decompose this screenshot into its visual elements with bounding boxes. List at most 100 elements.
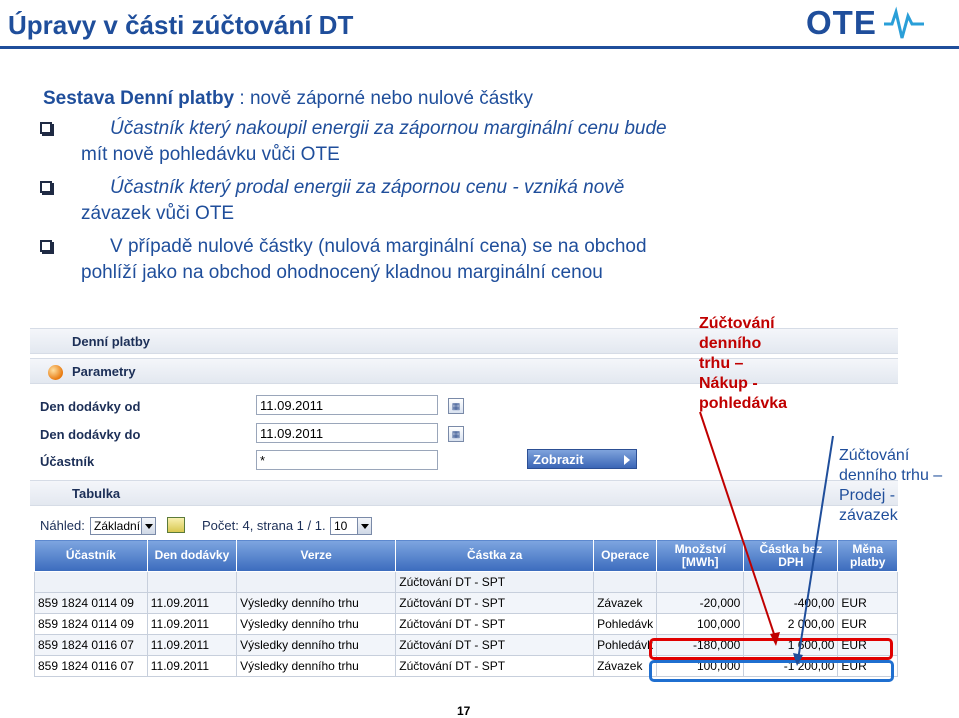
filter-cell[interactable]	[743, 571, 839, 593]
column-header[interactable]: Částka za	[395, 539, 595, 572]
cell-version: Výsledky denního trhu	[236, 613, 397, 635]
cell-participant: 859 1824 0116 07	[34, 655, 148, 677]
cell-delivery-day: 11.09.2011	[146, 613, 238, 635]
report-subtitle: Sestava Denní platby : nově záporné nebo…	[43, 88, 533, 110]
checkbox-bullet-icon	[40, 181, 52, 193]
bullet-item: Účastník který nakoupil energii za zápor…	[40, 116, 800, 168]
column-header[interactable]: Částka bez DPH	[743, 539, 839, 572]
record-count: Počet: 4, strana 1 / 1.	[202, 518, 326, 533]
logo-wave-icon	[884, 6, 924, 39]
report-note: : nově záporné nebo nulové částky	[234, 88, 534, 109]
cell-version: Výsledky denního trhu	[236, 634, 397, 656]
annotation-line: denního	[699, 335, 762, 352]
annotation-line: Nákup -	[699, 375, 758, 392]
participant-input[interactable]: *	[256, 450, 438, 470]
play-arrow-icon	[624, 455, 630, 465]
cell-operation: Pohledávk	[593, 634, 658, 656]
column-header[interactable]: Operace	[593, 539, 658, 572]
slide-title: Úpravy v části zúčtování DT	[8, 10, 354, 40]
checkbox-bullet-icon	[40, 240, 52, 252]
cell-amount-for: Zúčtování DT - SPT	[395, 592, 595, 614]
cell-amount: -400,00	[743, 592, 839, 614]
annotation-line: Zúčtování	[839, 447, 910, 464]
table-section-title: Tabulka	[30, 480, 898, 506]
date-to-input[interactable]: 11.09.2011	[256, 423, 438, 443]
show-button[interactable]: Zobrazit	[527, 449, 637, 469]
date-to-label: Den dodávky do	[40, 427, 141, 442]
cell-version: Výsledky denního trhu	[236, 655, 397, 677]
bullet-line: Účastník který prodal energii za záporno…	[110, 177, 625, 198]
bullet-line: V případě nulové částky (nulová marginál…	[110, 236, 647, 257]
pager-bar: Náhled:	[40, 518, 85, 533]
view-select[interactable]: Základní	[90, 517, 156, 535]
cell-operation: Závazek	[593, 655, 658, 677]
filter-cell[interactable]	[34, 571, 148, 593]
calendar-icon[interactable]: ▦	[448, 398, 464, 414]
cell-delivery-day: 11.09.2011	[146, 634, 238, 656]
filter-cell[interactable]	[837, 571, 898, 593]
filter-cell[interactable]	[593, 571, 658, 593]
ote-logo: OTE	[806, 4, 926, 44]
annotation-line: trhu –	[699, 355, 744, 372]
column-header[interactable]: Den dodávky	[146, 539, 238, 572]
purchase-annotation: Zúčtování denního trhu – Nákup - pohledá…	[699, 314, 787, 414]
participant-label: Účastník	[40, 454, 95, 469]
page-size-select[interactable]: 10	[330, 517, 372, 535]
cell-participant: 859 1824 0114 09	[34, 613, 148, 635]
cell-amount: 2 000,00	[743, 613, 839, 635]
date-from-label: Den dodávky od	[40, 399, 141, 414]
cell-amount-for: Zúčtování DT - SPT	[395, 655, 595, 677]
bullet-line: Účastník který nakoupil energii za zápor…	[110, 118, 667, 139]
cell-amount-for: Zúčtování DT - SPT	[395, 634, 595, 656]
cell-participant: 859 1824 0116 07	[34, 634, 148, 656]
column-header[interactable]: Účastník	[34, 539, 148, 572]
sale-highlight-box	[649, 660, 894, 682]
bullet-item: Účastník který prodal energii za záporno…	[40, 175, 800, 227]
date-from-input[interactable]: 11.09.2011	[256, 395, 438, 415]
show-button-label: Zobrazit	[533, 452, 584, 467]
view-select-value: Základní	[94, 519, 141, 533]
cell-amount-for: Zúčtování DT - SPT	[395, 613, 595, 635]
annotation-line: pohledávka	[699, 395, 788, 412]
filter-row: Zúčtování DT - SPT	[34, 571, 898, 593]
table-row[interactable]: 859 1824 0114 09 11.09.2011 Výsledky den…	[34, 592, 898, 614]
cell-operation: Závazek	[593, 592, 658, 614]
cell-delivery-day: 11.09.2011	[146, 592, 238, 614]
filter-cell[interactable]: Zúčtování DT - SPT	[395, 571, 595, 593]
purchase-highlight-box	[649, 638, 893, 660]
filter-cell[interactable]	[146, 571, 238, 593]
page-number: 17	[457, 704, 471, 718]
calendar-icon[interactable]: ▦	[448, 426, 464, 442]
cell-delivery-day: 11.09.2011	[146, 655, 238, 677]
report-name: Sestava Denní platby	[43, 88, 235, 109]
checkbox-bullet-icon	[40, 122, 52, 134]
bullet-line: mít nově pohledávku vůči OTE	[81, 144, 340, 165]
logo-text: OTE	[806, 4, 877, 41]
filter-cell[interactable]	[236, 571, 397, 593]
edit-view-icon[interactable]	[167, 517, 185, 533]
cell-participant: 859 1824 0114 09	[34, 592, 148, 614]
annotation-line: Zúčtování	[699, 315, 775, 332]
annotation-line: Prodej -	[839, 487, 896, 504]
cell-currency: EUR	[837, 592, 898, 614]
annotation-line: závazek	[839, 507, 898, 524]
table-header-row: Účastník Den dodávky Verze Částka za Ope…	[34, 539, 898, 572]
view-label: Náhled:	[40, 518, 85, 533]
filter-cell[interactable]	[656, 571, 745, 593]
column-header[interactable]: Verze	[236, 539, 397, 572]
bullet-item: V případě nulové částky (nulová marginál…	[40, 234, 800, 286]
chevron-down-icon	[141, 518, 155, 534]
bullet-line: závazek vůči OTE	[81, 203, 235, 224]
page-size-value: 10	[334, 519, 348, 533]
parameters-toggle-icon[interactable]	[48, 365, 63, 380]
column-header[interactable]: Měna platby	[837, 539, 898, 572]
cell-currency: EUR	[837, 613, 898, 635]
column-header[interactable]: Množství [MWh]	[656, 539, 745, 572]
table-row[interactable]: 859 1824 0114 09 11.09.2011 Výsledky den…	[34, 613, 898, 635]
cell-quantity: -20,000	[656, 592, 745, 614]
cell-version: Výsledky denního trhu	[236, 592, 397, 614]
title-divider	[0, 46, 959, 49]
bullet-line: pohlíží jako na obchod ohodnocený kladno…	[81, 262, 603, 283]
chevron-down-icon	[357, 518, 371, 534]
parameters-title: Parametry	[72, 364, 136, 379]
